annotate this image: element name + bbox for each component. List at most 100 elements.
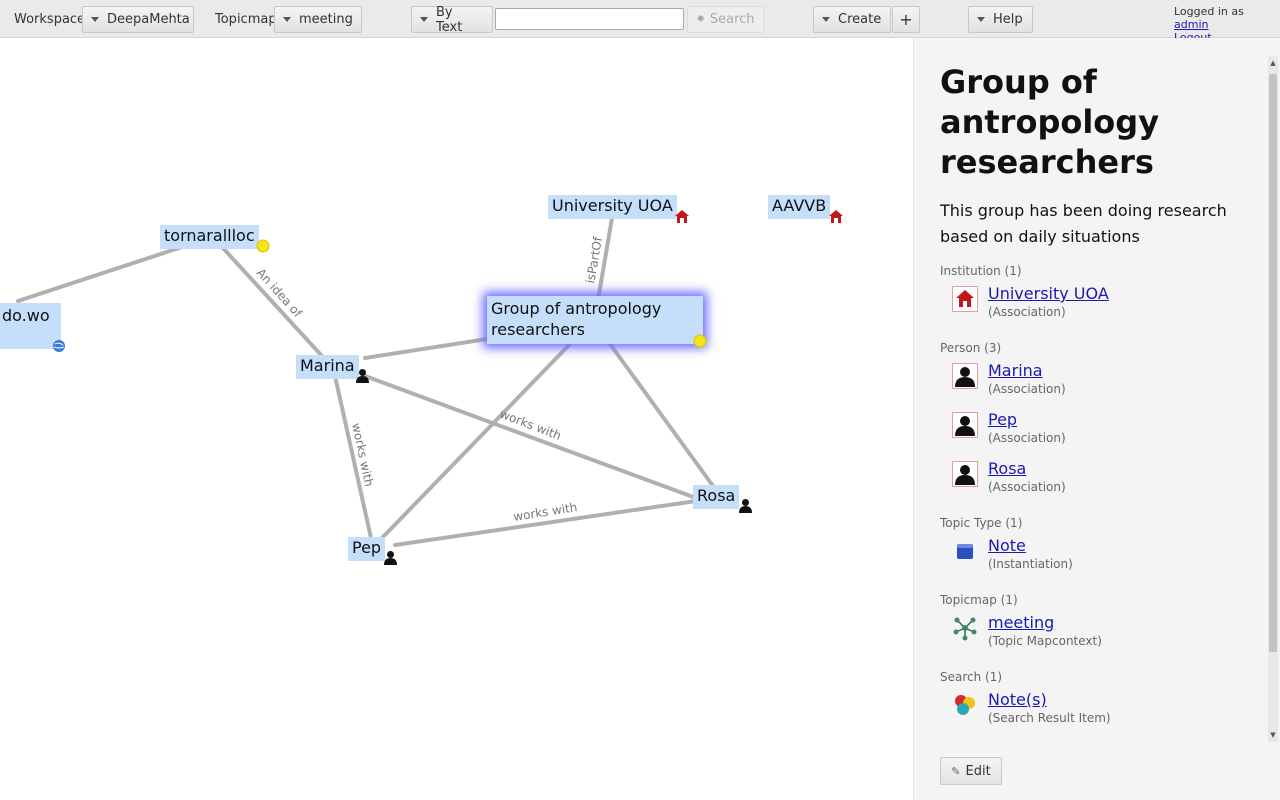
related-institution-group: Institution (1) University UOA (Associat… <box>940 264 1267 333</box>
page-title: Group of antropology researchers <box>940 63 1160 181</box>
topic-label: do.wo <box>2 306 50 325</box>
institution-icon <box>829 210 843 223</box>
person-icon <box>739 499 752 513</box>
related-item-rosa[interactable]: Rosa (Association) <box>940 459 1267 508</box>
edge-group-rosa[interactable] <box>608 342 715 488</box>
search-mode-value: By Text <box>436 4 463 35</box>
related-item-marina[interactable]: Marina (Association) <box>940 361 1267 410</box>
topicmap-value: meeting <box>299 12 353 27</box>
related-item-university[interactable]: University UOA (Association) <box>940 284 1267 333</box>
detail-scrollbar[interactable]: ▲ ▼ <box>1268 56 1278 742</box>
group-heading: Topic Type (1) <box>940 516 1023 530</box>
related-assoc-type: (Association) <box>988 305 1066 319</box>
related-topicmap-group: Topicmap (1) meeting (Topic Mapcontext) <box>940 593 1267 662</box>
search-button[interactable]: ✹ Search <box>687 6 764 33</box>
related-assoc-type: (Association) <box>988 382 1066 396</box>
related-item-pep[interactable]: Pep (Association) <box>940 410 1267 459</box>
help-select[interactable]: Help <box>968 6 1033 33</box>
related-assoc-type: (Search Result Item) <box>988 711 1111 725</box>
note-topic-icon <box>256 239 270 253</box>
workspace-label: Workspace <box>14 12 86 27</box>
chevron-down-icon <box>283 17 291 22</box>
topic-label: AAVVB <box>772 196 827 215</box>
edge-tornarallloc-marina[interactable] <box>220 245 324 358</box>
topicmap-canvas[interactable]: An idea of isPartOf works with works wit… <box>0 38 913 800</box>
topic-university-uoa[interactable]: University UOA <box>548 195 677 219</box>
plus-icon: + <box>899 10 913 29</box>
workspace-select[interactable]: DeepaMehta <box>82 6 194 33</box>
related-link[interactable]: meeting <box>988 613 1267 633</box>
login-prefix: Logged in as <box>1174 5 1244 18</box>
person-icon <box>384 551 397 565</box>
pencil-icon: ✎ <box>951 764 961 778</box>
related-link[interactable]: Note(s) <box>988 690 1267 710</box>
topic-group-selected[interactable]: Group of antropology researchers <box>487 296 703 344</box>
topic-label-line2: researchers <box>491 320 585 339</box>
scroll-thumb[interactable] <box>1269 74 1277 652</box>
person-icon <box>952 363 978 389</box>
related-assoc-type: (Topic Mapcontext) <box>988 634 1102 648</box>
gear-icon: ✹ <box>696 14 705 25</box>
related-person-group: Person (3) Marina (Association) Pep (Ass… <box>940 341 1267 508</box>
related-link[interactable]: Note <box>988 536 1267 556</box>
related-item-meeting[interactable]: meeting (Topic Mapcontext) <box>940 613 1267 662</box>
related-assoc-type: (Association) <box>988 431 1066 445</box>
topic-label: Marina <box>300 356 355 375</box>
topic-marina[interactable]: Marina <box>296 355 359 379</box>
scroll-up-arrow-icon[interactable]: ▲ <box>1269 58 1277 68</box>
note-topic-icon <box>693 334 707 348</box>
topic-label: Pep <box>352 538 382 557</box>
topicmap-label: Topicmap <box>215 12 277 27</box>
detail-panel: Group of antropology researchers This gr… <box>913 38 1280 800</box>
related-assoc-type: (Instantiation) <box>988 557 1073 571</box>
help-label: Help <box>993 12 1023 27</box>
search-button-label: Search <box>709 12 755 27</box>
chevron-down-icon <box>420 17 428 22</box>
related-link[interactable]: Marina <box>988 361 1267 381</box>
institution-icon <box>952 286 978 312</box>
group-heading: Person (3) <box>940 341 1002 355</box>
search-mode-select[interactable]: By Text <box>411 4 493 35</box>
search-input[interactable] <box>495 8 684 30</box>
topic-rosa[interactable]: Rosa <box>693 485 740 509</box>
topic-description: This group has been doing research based… <box>940 201 1227 246</box>
create-select[interactable]: Create <box>813 6 891 33</box>
scroll-down-arrow-icon[interactable]: ▼ <box>1269 730 1277 740</box>
related-assoc-type: (Association) <box>988 480 1066 494</box>
chevron-down-icon <box>91 17 99 22</box>
group-heading: Topicmap (1) <box>940 593 1018 607</box>
topic-tornarallloc[interactable]: tornarallloc <box>160 225 259 249</box>
related-link[interactable]: University UOA <box>988 284 1267 304</box>
chevron-down-icon <box>822 17 830 22</box>
person-icon <box>952 461 978 487</box>
web-resource-icon <box>53 340 65 352</box>
topic-label: Rosa <box>697 486 736 505</box>
toolbar: Workspace DeepaMehta Topicmap meeting By… <box>0 0 1280 44</box>
related-link[interactable]: Pep <box>988 410 1267 430</box>
topic-aavvb[interactable]: AAVVB <box>768 195 831 219</box>
related-link[interactable]: Rosa <box>988 459 1267 479</box>
group-heading: Institution (1) <box>940 264 1022 278</box>
topic-label: University UOA <box>552 196 673 215</box>
topic-label-line1: Group of antropology <box>491 299 662 318</box>
related-search-group: Search (1) Note(s) (Search Result Item) <box>940 670 1267 739</box>
detail-scroll-area[interactable]: Group of antropology researchers This gr… <box>914 38 1267 743</box>
search-result-icon <box>955 695 975 715</box>
note-icon <box>957 544 973 559</box>
create-plus-button[interactable]: + <box>892 6 920 33</box>
topicmap-select[interactable]: meeting <box>274 6 362 33</box>
create-label: Create <box>838 12 882 27</box>
edge-marina-group[interactable] <box>363 337 489 360</box>
topicmap-icon <box>953 617 977 641</box>
related-item-note[interactable]: Note (Instantiation) <box>940 536 1267 585</box>
related-topic-type-group: Topic Type (1) Note (Instantiation) <box>940 516 1267 585</box>
institution-icon <box>675 210 689 223</box>
edges-layer: An idea of isPartOf works with works wit… <box>16 216 715 547</box>
edge-dowo-tornarallloc[interactable] <box>16 245 184 303</box>
related-item-notes-search[interactable]: Note(s) (Search Result Item) <box>940 690 1267 739</box>
person-icon <box>356 369 369 383</box>
user-link[interactable]: admin <box>1174 18 1208 31</box>
topic-pep[interactable]: Pep <box>348 537 386 561</box>
person-icon <box>952 412 978 438</box>
edit-button[interactable]: ✎ Edit <box>940 757 1002 785</box>
